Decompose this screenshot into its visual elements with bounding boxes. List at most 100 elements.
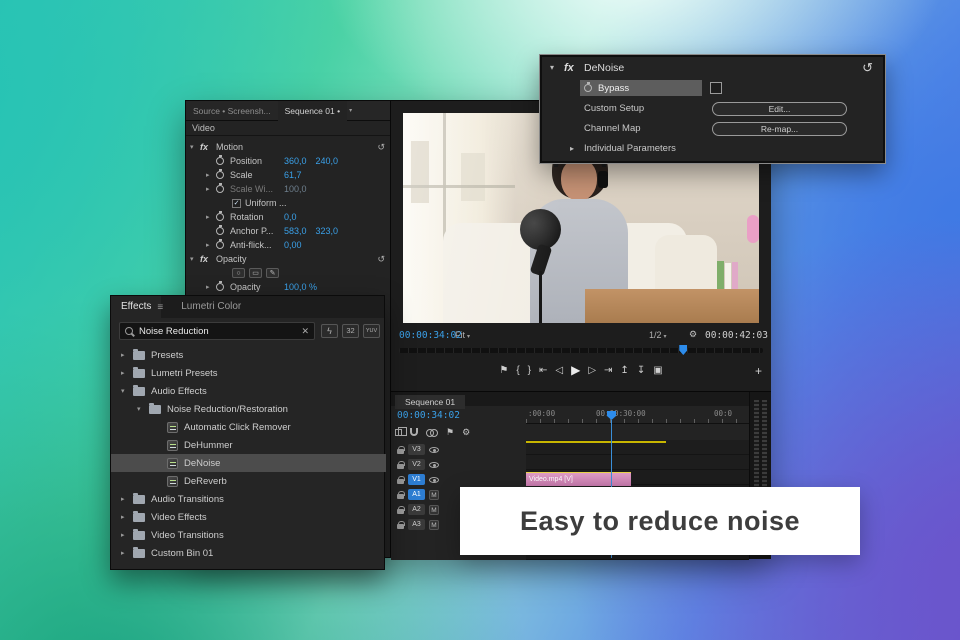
program-playhead[interactable] [679,345,688,355]
step-forward-icon[interactable]: ▷ [588,365,596,376]
program-scrubber[interactable] [399,345,763,355]
tab-effects[interactable]: Effects [111,296,162,318]
timeline-timecode[interactable]: 00:00:34:02 [397,410,460,421]
position-y-value[interactable]: 240,0 [316,156,339,166]
motion-effect-row[interactable]: ▾ fx Motion ↺ [186,140,390,154]
accelerated-effects-filter[interactable]: ϟ [321,324,338,338]
clear-search-icon[interactable]: ✕ [301,326,314,337]
lock-icon[interactable] [397,460,405,469]
video-clip[interactable]: Video.mp4 [V] [526,472,631,486]
track-header-a1[interactable]: A1 M [397,488,439,501]
stopwatch-icon[interactable] [216,239,224,249]
stopwatch-icon[interactable] [216,225,224,235]
stopwatch-icon[interactable] [216,183,224,193]
extract-icon[interactable]: ↧ [637,365,645,376]
go-to-out-icon[interactable]: ⇥ [604,365,612,376]
tree-item-denoise[interactable]: DeNoise [111,454,386,472]
rotation-value[interactable]: 0,0 [284,212,297,222]
search-input[interactable] [137,325,302,337]
rectangle-mask-icon[interactable]: ▭ [249,268,262,278]
chevron-expanded-icon[interactable]: ▾ [121,387,125,395]
chevron-expanded-icon[interactable]: ▾ [190,143,194,151]
chevron-expanded-icon[interactable]: ▾ [190,255,194,263]
anchor-x-value[interactable]: 583,0 [284,226,307,236]
toggle-track-output-icon[interactable] [429,461,439,468]
reset-effect-icon[interactable]: ↺ [377,142,385,153]
tree-item-custom-bin-01[interactable]: ▸ Custom Bin 01 [111,544,386,562]
antiflicker-value[interactable]: 0,00 [284,240,302,250]
panel-menu-icon[interactable]: ≡ [157,302,171,313]
toggle-track-output-icon[interactable] [429,476,439,483]
chevron-collapsed-icon[interactable]: ▸ [121,351,125,359]
tab-sequence[interactable]: Sequence 01 • [277,100,348,121]
mute-track-button[interactable]: M [429,504,439,515]
tab-lumetri-color[interactable]: Lumetri Color [171,296,251,318]
chevron-expanded-icon[interactable]: ▾ [550,63,554,72]
track-header-a2[interactable]: A2 M [397,503,439,516]
opacity-value[interactable]: 100,0 % [284,282,317,292]
stopwatch-icon[interactable] [216,281,224,291]
mute-track-button[interactable]: M [429,489,439,500]
lock-icon[interactable] [397,520,405,529]
32bit-filter[interactable]: 32 [342,324,359,338]
linked-selection-icon[interactable] [426,428,438,437]
reset-effect-icon[interactable]: ↺ [862,60,873,76]
toggle-track-output-icon[interactable] [429,446,439,453]
lock-icon[interactable] [397,475,405,484]
tree-item-noise-reduction-restoration[interactable]: ▾ Noise Reduction/Restoration [111,400,386,418]
snap-icon[interactable] [410,428,418,436]
bypass-checkbox[interactable] [710,82,722,94]
track-header-a3[interactable]: A3 M [397,518,439,531]
button-editor-plus-icon[interactable]: + [755,364,762,378]
timeline-settings-wrench-icon[interactable]: ⚙ [462,427,470,438]
tree-item-video-effects[interactable]: ▸ Video Effects [111,508,386,526]
position-x-value[interactable]: 360,0 [284,156,307,166]
reset-effect-icon[interactable]: ↺ [377,254,385,265]
program-timecode-current[interactable]: 00:00:34:02 [399,330,462,341]
tab-source-monitor[interactable]: Source • Screensh... [186,101,278,121]
tree-item-dereverb[interactable]: DeReverb [111,472,386,490]
search-box[interactable]: ✕ [119,322,315,340]
track-badge-v2[interactable]: V2 [408,459,425,470]
mute-track-button[interactable]: M [429,519,439,530]
zoom-level-select[interactable]: Fit ▾ [455,330,470,340]
stopwatch-icon[interactable] [216,211,224,221]
stopwatch-icon[interactable] [584,82,592,92]
lock-icon[interactable] [397,505,405,514]
chevron-collapsed-icon[interactable]: ▸ [570,144,574,153]
playback-resolution-select[interactable]: 1/2 ▾ [649,330,667,340]
track-header-v2[interactable]: V2 [397,458,439,471]
chevron-collapsed-icon[interactable]: ▸ [121,513,125,521]
tree-item-automatic-click-remover[interactable]: Automatic Click Remover [111,418,386,436]
ellipse-mask-icon[interactable]: ○ [232,268,245,278]
remap-button[interactable]: Re-map... [712,122,847,136]
anchor-y-value[interactable]: 323,0 [316,226,339,236]
tree-item-audio-transitions[interactable]: ▸ Audio Transitions [111,490,386,508]
chevron-expanded-icon[interactable]: ▾ [137,405,141,413]
bypass-row-highlight[interactable]: Bypass [580,80,702,96]
tree-item-presets[interactable]: ▸ Presets [111,346,386,364]
lock-icon[interactable] [397,445,405,454]
lock-icon[interactable] [397,490,405,499]
add-marker-icon[interactable]: ⚑ [446,427,454,438]
uniform-scale-checkbox[interactable]: ✓ [232,198,241,208]
timeline-ruler[interactable]: :00:00 00:00:30:00 00:0 [526,406,749,424]
yuv-filter[interactable]: YUV [363,324,380,338]
mark-out-icon[interactable]: } [528,365,531,376]
chevron-collapsed-icon[interactable]: ▸ [121,495,125,503]
chevron-collapsed-icon[interactable]: ▸ [121,549,125,557]
scale-value[interactable]: 61,7 [284,170,302,180]
tree-item-video-transitions[interactable]: ▸ Video Transitions [111,526,386,544]
track-badge-v3[interactable]: V3 [408,444,425,455]
opacity-effect-row[interactable]: ▾ fx Opacity ↺ [186,252,390,266]
track-header-v3[interactable]: V3 [397,443,439,456]
track-badge-a2[interactable]: A2 [408,504,425,515]
nest-sequence-icon[interactable] [395,426,407,436]
step-back-icon[interactable]: ◁ [555,365,563,376]
lift-icon[interactable]: ↥ [620,365,628,376]
tree-item-lumetri-presets[interactable]: ▸ Lumetri Presets [111,364,386,382]
track-badge-a3[interactable]: A3 [408,519,425,530]
pen-mask-icon[interactable]: ✎ [266,268,279,278]
stopwatch-icon[interactable] [216,155,224,165]
track-header-v1[interactable]: V1 [397,473,439,486]
